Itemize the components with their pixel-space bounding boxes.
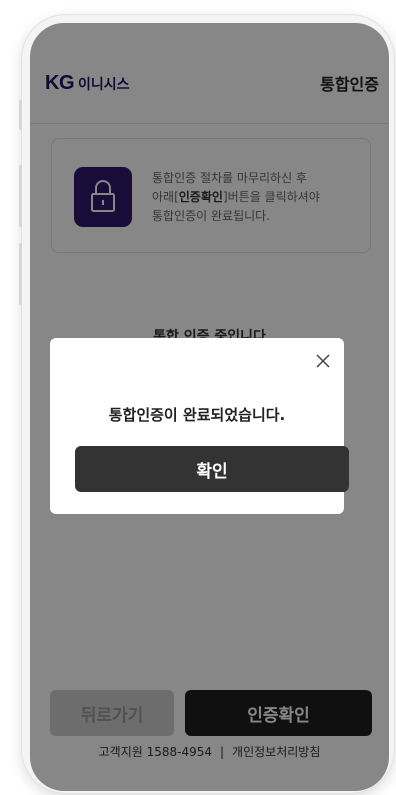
- close-icon[interactable]: [310, 348, 336, 374]
- ok-button[interactable]: 확인: [75, 446, 349, 492]
- completion-dialog: 통합인증이 완료되었습니다. 확인: [50, 338, 349, 514]
- phone-side-button: [19, 243, 22, 305]
- phone-side-button: [19, 165, 22, 227]
- dialog-message: 통합인증이 완료되었습니다.: [108, 406, 286, 424]
- phone-side-button: [19, 100, 22, 130]
